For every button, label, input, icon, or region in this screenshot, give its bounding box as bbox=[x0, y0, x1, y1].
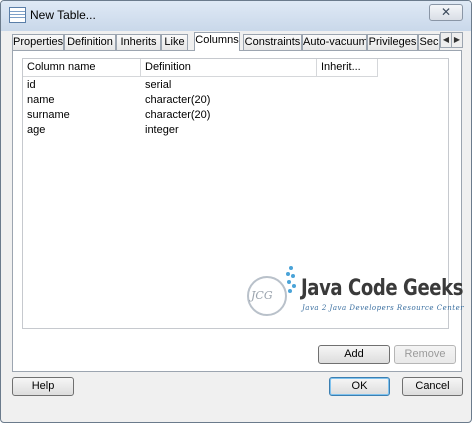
tab-definition[interactable]: Definition bbox=[64, 34, 116, 50]
tab-security[interactable]: Sec bbox=[418, 34, 440, 50]
header-column-name[interactable]: Column name bbox=[23, 59, 141, 76]
tab-columns[interactable]: Columns bbox=[194, 32, 240, 51]
window-title: New Table... bbox=[30, 8, 96, 22]
table-row[interactable]: age integer bbox=[23, 123, 378, 138]
header-definition[interactable]: Definition bbox=[141, 59, 317, 76]
table-icon bbox=[9, 7, 26, 23]
remove-button[interactable]: Remove bbox=[394, 345, 456, 364]
close-button[interactable]: ✕ bbox=[429, 4, 463, 21]
cancel-button[interactable]: Cancel bbox=[402, 377, 463, 396]
tab-properties[interactable]: Properties bbox=[12, 34, 64, 50]
cell-column-name: id bbox=[27, 79, 36, 91]
list-header: Column name Definition Inherit... bbox=[23, 59, 378, 77]
cell-column-name: surname bbox=[27, 109, 70, 121]
watermark-logo: JCG Java Code Geeks Java 2 Java Develope… bbox=[245, 262, 464, 320]
add-button[interactable]: Add bbox=[318, 345, 390, 364]
tab-constraints[interactable]: Constraints bbox=[243, 34, 302, 50]
tab-scroll-right-button[interactable]: ▶ bbox=[451, 32, 463, 48]
watermark-subtitle: Java 2 Java Developers Resource Center bbox=[302, 304, 465, 312]
cell-column-name: name bbox=[27, 94, 55, 106]
table-row[interactable]: id serial bbox=[23, 78, 378, 93]
tab-inherits[interactable]: Inherits bbox=[116, 34, 161, 50]
cell-column-name: age bbox=[27, 124, 46, 136]
columns-list[interactable]: Column name Definition Inherit... id ser… bbox=[22, 58, 464, 329]
tab-like[interactable]: Like bbox=[161, 34, 188, 50]
title-bar[interactable]: New Table... ✕ bbox=[1, 1, 471, 31]
header-inherited[interactable]: Inherit... bbox=[317, 59, 378, 76]
tab-privileges[interactable]: Privileges bbox=[367, 34, 418, 50]
new-table-dialog: New Table... ✕ Properties Definition Inh… bbox=[0, 0, 472, 423]
jcg-logo-text: JCG bbox=[251, 289, 273, 302]
watermark-title: Java Code Geeks bbox=[301, 276, 464, 301]
cell-definition: character(20) bbox=[145, 94, 211, 106]
table-row[interactable]: name character(20) bbox=[23, 93, 378, 108]
help-button[interactable]: Help bbox=[12, 377, 74, 396]
tab-auto-vacuum[interactable]: Auto-vacuum bbox=[302, 34, 367, 50]
columns-panel: Column name Definition Inherit... id ser… bbox=[12, 50, 464, 372]
logo-dots-icon bbox=[283, 266, 297, 296]
table-row[interactable]: surname character(20) bbox=[23, 108, 378, 123]
cell-definition: character(20) bbox=[145, 109, 211, 121]
tab-bar: Properties Definition Inherits Like Colu… bbox=[12, 32, 461, 51]
cell-definition: integer bbox=[145, 124, 179, 136]
cell-definition: serial bbox=[145, 79, 172, 91]
ok-button[interactable]: OK bbox=[329, 377, 390, 396]
